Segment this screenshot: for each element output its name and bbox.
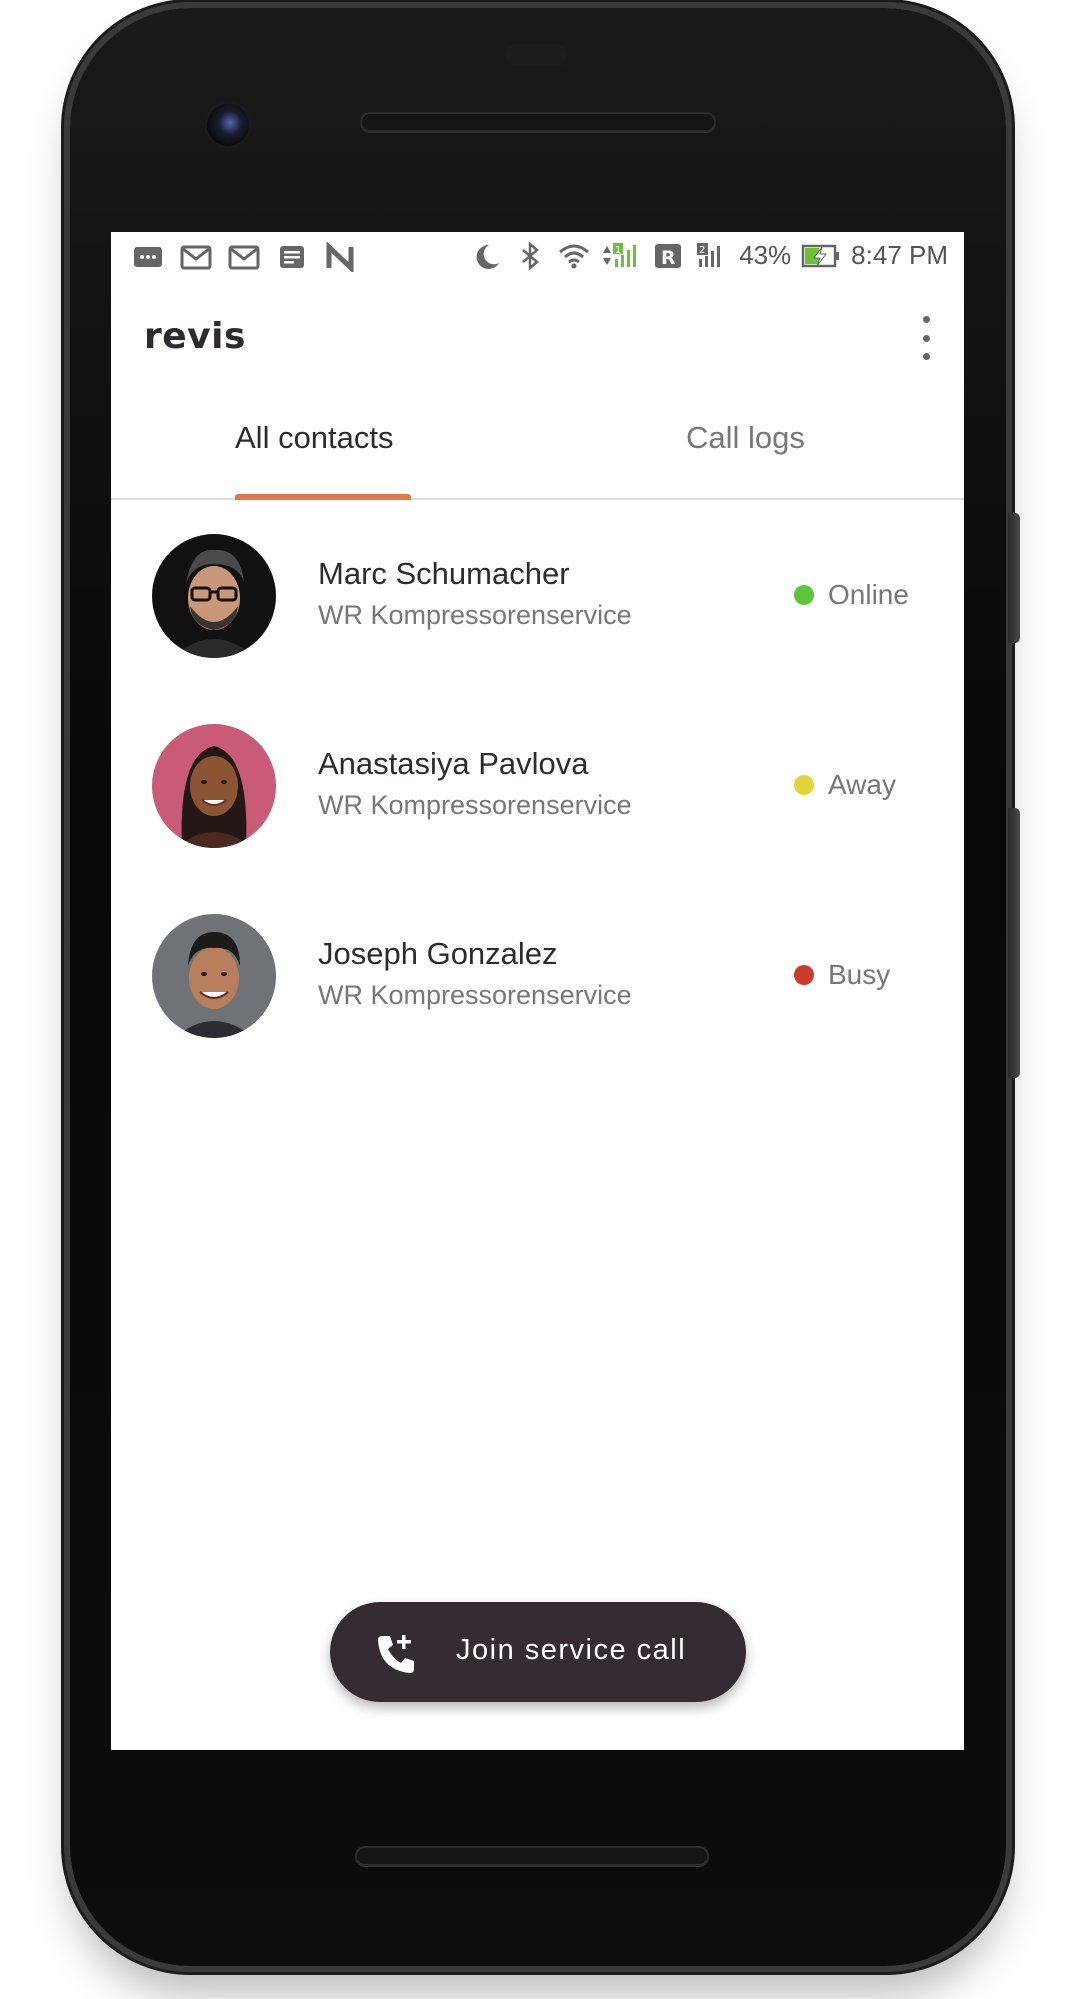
contact-company: WR Kompressorenservice [318, 980, 632, 1010]
join-service-call-label: Join service call [456, 1634, 687, 1666]
roaming-label: R [661, 247, 676, 269]
wifi-icon [559, 244, 590, 268]
n-app-icon [326, 242, 354, 272]
more-vertical-icon-dot [922, 334, 930, 342]
signal-sim2-icon: 2 [697, 242, 721, 267]
power-button [1008, 513, 1020, 643]
bluetooth-icon [522, 240, 540, 271]
avatar [152, 724, 276, 848]
contact-name: Anastasiya Pavlova [318, 746, 589, 781]
list-item[interactable]: Marc Schumacher WR Kompressorenservice O… [111, 500, 964, 690]
avatar [152, 914, 276, 1038]
join-service-call-button[interactable]: Join service call [330, 1602, 746, 1702]
status-badge: Away [794, 769, 896, 801]
avatar-man-smiling-icon [152, 914, 276, 1038]
contact-name: Marc Schumacher [318, 556, 570, 591]
status-label: Online [828, 579, 909, 610]
sim1-label: 1 [615, 245, 621, 256]
system-icons: 1 R 2 43% 8:47 PM [469, 240, 948, 271]
list-item[interactable]: Joseph Gonzalez WR Kompressorenservice B… [111, 880, 964, 1070]
signal-sim1-icon: 1 [603, 242, 637, 267]
add-call-icon [378, 1635, 414, 1673]
overflow-menu-button[interactable] [916, 316, 936, 360]
roaming-icon: R [655, 243, 682, 269]
status-dot-online [794, 585, 814, 605]
front-camera [207, 104, 249, 146]
gmail-icon [180, 245, 212, 270]
status-badge: Busy [794, 959, 890, 991]
bottom-speaker [355, 1846, 709, 1866]
status-label: Busy [828, 959, 891, 990]
contact-company: WR Kompressorenservice [318, 790, 632, 820]
tab-call-logs[interactable]: Call logs [686, 420, 805, 456]
earpiece-slot [505, 44, 567, 66]
status-badge: Online [794, 579, 909, 611]
sim2-label: 2 [699, 245, 705, 256]
notification-icons [131, 242, 357, 272]
tab-bar: All contacts Call logs [111, 384, 964, 500]
status-label: Away [828, 769, 896, 800]
more-vertical-icon-dot [922, 316, 930, 323]
app-bar: revis [111, 284, 964, 384]
clock: 8:47 PM [851, 240, 948, 270]
app-title: revis [144, 316, 246, 357]
tab-all-contacts[interactable]: All contacts [235, 420, 394, 456]
news-icon [280, 246, 304, 268]
list-item[interactable]: Anastasiya Pavlova WR Kompressorenservic… [111, 690, 964, 880]
status-bar: 1 R 2 43% 8:47 PM [111, 232, 964, 284]
do-not-disturb-moon-icon [476, 244, 500, 269]
contact-company: WR Kompressorenservice [318, 600, 632, 630]
message-icon [134, 247, 162, 267]
app-screen: 1 R 2 43% 8:47 PM revis All contacts Cal… [111, 232, 964, 1750]
avatar-man-glasses-icon [152, 534, 276, 658]
contact-name: Joseph Gonzalez [318, 936, 558, 971]
battery-charging-icon [801, 244, 840, 267]
top-speaker [360, 112, 716, 132]
avatar [152, 534, 276, 658]
status-dot-busy [794, 965, 814, 985]
more-vertical-icon-dot [922, 353, 930, 360]
status-dot-away [794, 775, 814, 795]
battery-percent: 43% [739, 240, 792, 270]
volume-rocker [1008, 808, 1020, 1078]
avatar-woman-icon [152, 724, 276, 848]
gmail-icon [228, 245, 260, 270]
